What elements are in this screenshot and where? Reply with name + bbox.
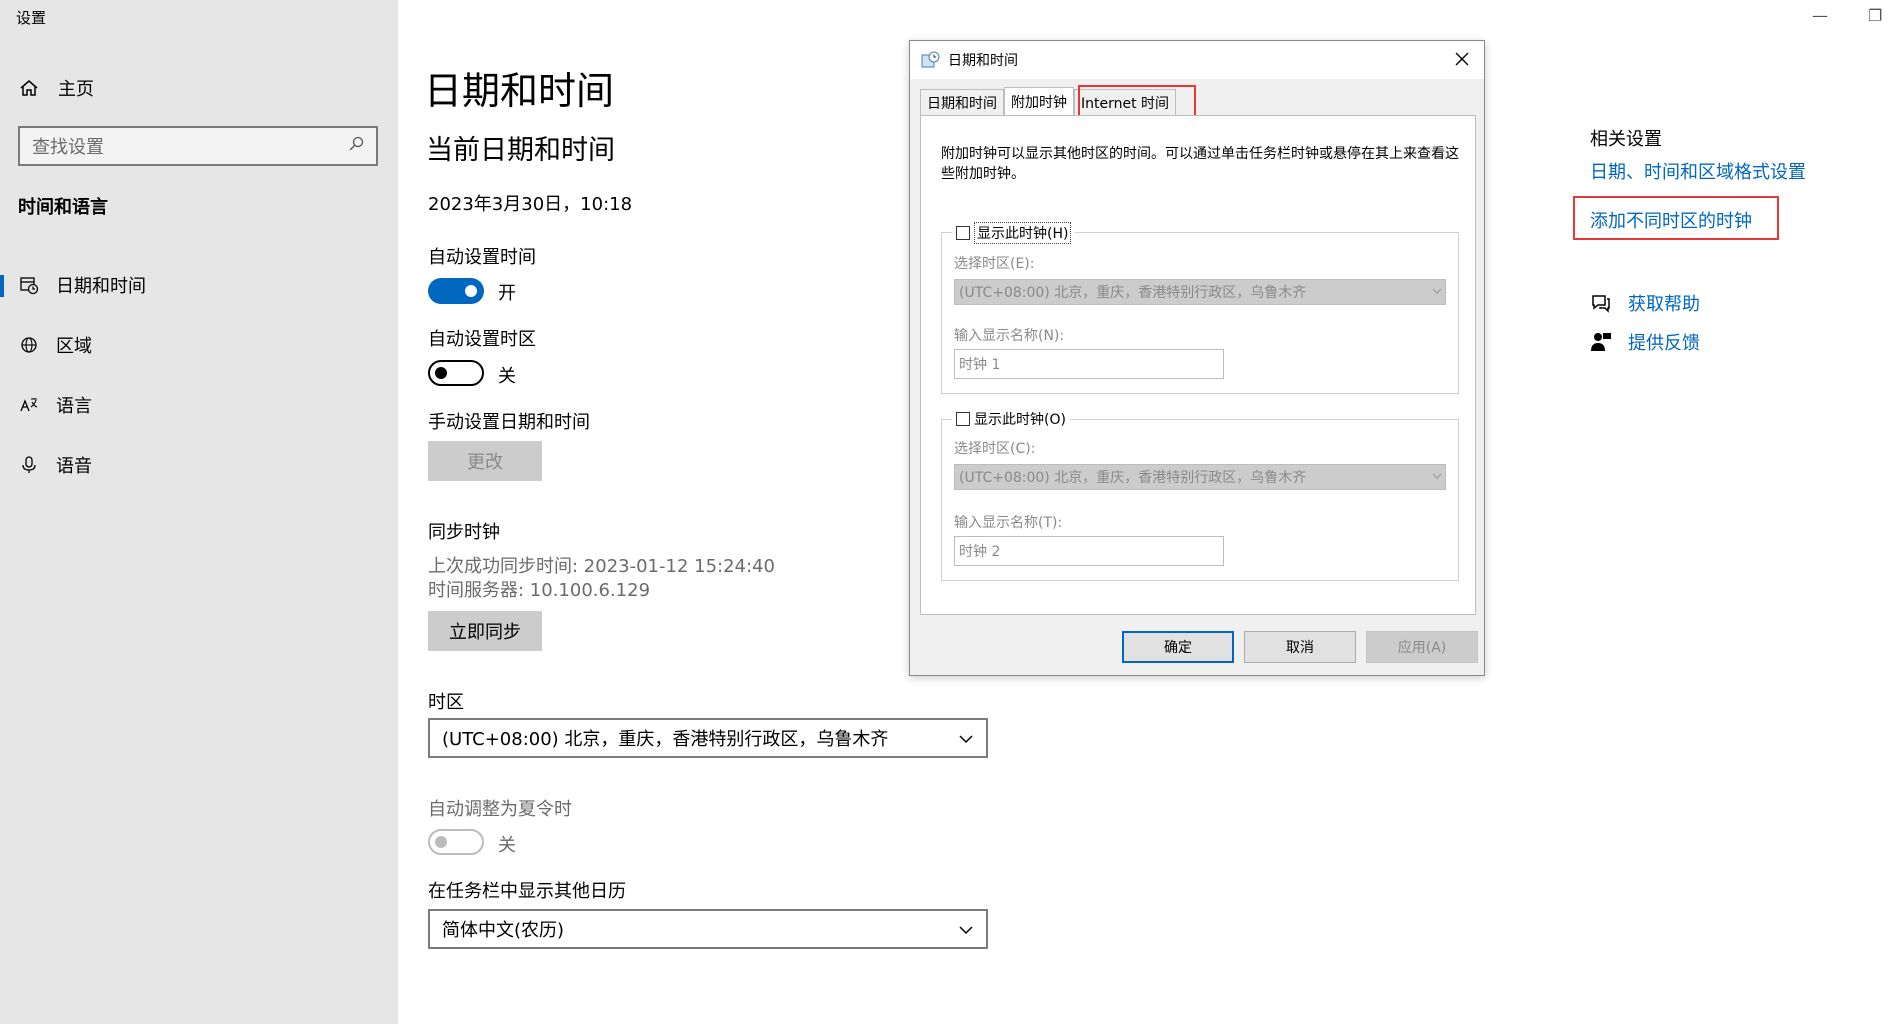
minimize-button[interactable]: — [1812, 6, 1828, 25]
sidebar-item-label: 日期和时间 [56, 276, 146, 297]
calendar-dropdown[interactable]: 简体中文(农历) [428, 909, 988, 949]
ok-button[interactable]: 确定 [1122, 631, 1234, 663]
add-clocks-link[interactable]: 添加不同时区的时钟 [1590, 207, 1752, 233]
tab-date-time[interactable]: 日期和时间 [920, 89, 1004, 115]
current-datetime-value: 2023年3月30日，10:18 [428, 194, 633, 215]
current-datetime-title: 当前日期和时间 [426, 135, 615, 166]
sidebar-item-speech[interactable]: 语音 [0, 445, 398, 485]
dst-label: 自动调整为夏令时 [428, 799, 572, 820]
time-server-text: 时间服务器: 10.100.6.129 [428, 580, 651, 601]
sidebar-item-language[interactable]: 语言 [0, 385, 398, 425]
clock2-name-label: 输入显示名称(T): [954, 515, 1063, 531]
dst-toggle[interactable] [428, 829, 484, 855]
additional-clocks-description: 附加时钟可以显示其他时区的时间。可以通过单击任务栏时钟或悬停在其上来查看这些附加… [941, 146, 1459, 182]
date-time-dialog: 日期和时间 日期和时间 附加时钟 Internet 时间 附加时钟可以显示其他时… [909, 40, 1485, 676]
language-icon [18, 394, 40, 416]
microphone-icon [18, 454, 40, 476]
clock1-timezone-value: (UTC+08:00) 北京，重庆，香港特别行政区，乌鲁木齐 [959, 285, 1307, 301]
app-title: 设置 [16, 9, 47, 27]
calendar-clock-icon [18, 274, 40, 296]
section-title: 时间和语言 [18, 197, 108, 218]
sidebar-item-date-time[interactable]: 日期和时间 [0, 265, 398, 305]
clock2-name-input[interactable]: 时钟 2 [954, 536, 1224, 566]
globe-icon [18, 334, 40, 356]
clock1-checkbox-row[interactable]: 显示此时钟(H) [952, 222, 1076, 244]
related-settings-title: 相关设置 [1590, 129, 1662, 150]
clock2-checkbox-row[interactable]: 显示此时钟(O) [952, 409, 1070, 429]
date-time-dialog-icon [920, 50, 940, 70]
clock1-name-input[interactable]: 时钟 1 [954, 349, 1224, 379]
manual-set-label: 手动设置日期和时间 [428, 412, 590, 433]
sidebar: 设置 主页 查找设置 时间和语言 日期和时间 区域 语言 语音 [0, 0, 398, 1024]
auto-timezone-toggle[interactable] [428, 360, 484, 386]
clock1-timezone-select[interactable]: (UTC+08:00) 北京，重庆，香港特别行政区，乌鲁木齐 [954, 279, 1446, 305]
close-icon[interactable] [1452, 49, 1472, 69]
change-button[interactable]: 更改 [428, 441, 542, 481]
clock1-checkbox-label: 显示此时钟(H) [974, 222, 1072, 244]
sidebar-item-region[interactable]: 区域 [0, 325, 398, 365]
chat-help-icon [1590, 292, 1612, 314]
auto-time-label: 自动设置时间 [428, 247, 536, 268]
restore-button[interactable]: ❐ [1868, 6, 1882, 25]
dialog-title: 日期和时间 [948, 53, 1018, 69]
give-feedback-link[interactable]: 提供反馈 [1590, 329, 1700, 355]
sidebar-item-label: 语音 [56, 456, 92, 477]
last-sync-text: 上次成功同步时间: 2023-01-12 15:24:40 [428, 556, 775, 577]
clock1-group: 显示此时钟(H) 选择时区(E): (UTC+08:00) 北京，重庆，香港特别… [941, 222, 1459, 394]
timezone-label: 时区 [428, 692, 464, 713]
clock2-checkbox[interactable] [956, 412, 970, 426]
dialog-title-bar: 日期和时间 [910, 41, 1484, 79]
page-title: 日期和时间 [424, 69, 615, 113]
timezone-dropdown[interactable]: (UTC+08:00) 北京，重庆，香港特别行政区，乌鲁木齐 [428, 718, 988, 758]
clock2-timezone-value: (UTC+08:00) 北京，重庆，香港特别行政区，乌鲁木齐 [959, 470, 1307, 486]
timezone-value: (UTC+08:00) 北京，重庆，香港特别行政区，乌鲁木齐 [442, 729, 889, 750]
feedback-icon [1590, 331, 1612, 353]
clock1-name-label: 输入显示名称(N): [954, 328, 1065, 344]
nav-home-label: 主页 [58, 79, 94, 100]
sidebar-item-label: 区域 [56, 336, 92, 357]
cancel-button[interactable]: 取消 [1244, 631, 1356, 663]
auto-timezone-state: 关 [498, 366, 516, 387]
get-help-link[interactable]: 获取帮助 [1590, 290, 1700, 316]
search-icon[interactable] [348, 136, 364, 156]
clock1-timezone-label: 选择时区(E): [954, 256, 1035, 272]
clock2-group: 显示此时钟(O) 选择时区(C): (UTC+08:00) 北京，重庆，香港特别… [941, 409, 1459, 581]
search-placeholder: 查找设置 [32, 137, 104, 158]
auto-time-state: 开 [498, 283, 516, 304]
get-help-label: 获取帮助 [1628, 294, 1700, 315]
chevron-down-icon [1429, 469, 1445, 485]
sidebar-item-label: 语言 [56, 396, 92, 417]
sync-title: 同步时钟 [428, 522, 500, 543]
tab-additional-clocks[interactable]: 附加时钟 [1004, 87, 1074, 115]
highlight-box [1078, 85, 1196, 119]
search-input[interactable]: 查找设置 [18, 126, 378, 166]
chevron-down-icon [958, 728, 974, 749]
clock1-checkbox[interactable] [956, 226, 970, 240]
clock2-timezone-label: 选择时区(C): [954, 441, 1036, 457]
auto-timezone-label: 自动设置时区 [428, 329, 536, 350]
calendar-value: 简体中文(农历) [442, 920, 565, 941]
additional-clocks-panel: 附加时钟可以显示其他时区的时间。可以通过单击任务栏时钟或悬停在其上来查看这些附加… [920, 115, 1476, 615]
calendar-label: 在任务栏中显示其他日历 [428, 881, 626, 902]
apply-button[interactable]: 应用(A) [1366, 631, 1478, 663]
chevron-down-icon [958, 919, 974, 940]
sync-now-button[interactable]: 立即同步 [428, 611, 542, 651]
nav-home[interactable]: 主页 [18, 72, 94, 104]
auto-time-toggle[interactable] [428, 278, 484, 304]
dst-state: 关 [498, 835, 516, 856]
home-icon [18, 77, 40, 99]
clock2-timezone-select[interactable]: (UTC+08:00) 北京，重庆，香港特别行政区，乌鲁木齐 [954, 464, 1446, 490]
chevron-down-icon [1429, 284, 1445, 300]
give-feedback-label: 提供反馈 [1628, 333, 1700, 354]
clock2-checkbox-label: 显示此时钟(O) [974, 412, 1066, 428]
date-time-region-format-link[interactable]: 日期、时间和区域格式设置 [1590, 158, 1806, 184]
